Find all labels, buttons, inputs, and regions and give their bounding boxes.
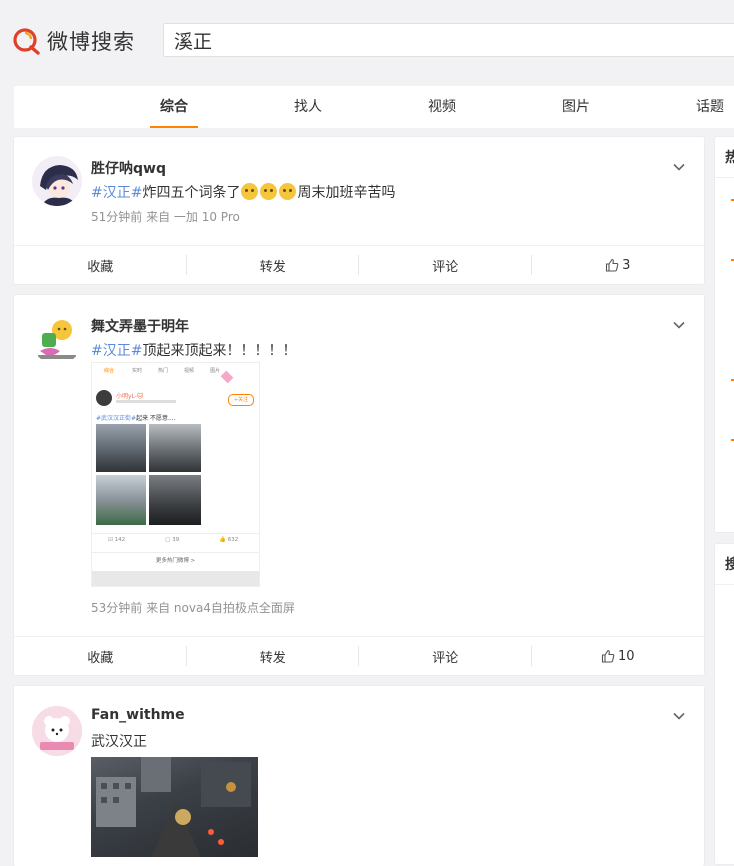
post-meta: 53分钟前 来自 nova4自拍极点全面屏 bbox=[91, 601, 295, 615]
like-count: 3 bbox=[622, 257, 631, 273]
embedded-text: #武汉汉正街#起来 不愿意.... bbox=[96, 413, 176, 422]
thumbs-up-icon bbox=[601, 649, 615, 663]
divider bbox=[92, 552, 259, 553]
post-meta: 51分钟前 来自 一加 10 Pro bbox=[91, 210, 240, 224]
crying-emoji-icon bbox=[260, 183, 278, 200]
embedded-actions: ☑ 142 ▢ 39 👍 632 bbox=[108, 537, 239, 543]
divider bbox=[715, 177, 734, 178]
embedded-tab: 综合 bbox=[104, 367, 115, 374]
embedded-footer bbox=[92, 571, 259, 586]
embedded-avatar bbox=[96, 390, 112, 406]
search-box[interactable] bbox=[163, 23, 734, 57]
crying-emoji-icon bbox=[279, 183, 297, 200]
post-text-part: 周末加班辛苦吗 bbox=[297, 185, 396, 201]
post-image[interactable]: 综合 实时 热门 视频 图片 小明yL-🐱 +关注 #武汉汉正街#起来 不愿意.… bbox=[91, 362, 260, 587]
logo-q-icon bbox=[13, 27, 41, 55]
collect-label: 收藏 bbox=[87, 650, 114, 666]
post-card: 胜仔呐qwq #汉正#炸四五个词条了 周末加班辛苦吗 51分钟前 来自 一加 10… bbox=[14, 137, 704, 284]
like-count: 10 bbox=[617, 648, 635, 664]
topic-link[interactable]: #汉正# bbox=[91, 185, 142, 201]
embedded-photo bbox=[149, 475, 201, 525]
search-input[interactable] bbox=[164, 24, 734, 56]
embedded-user: 小明yL-🐱 bbox=[116, 393, 144, 400]
comment-label: 评论 bbox=[432, 650, 459, 666]
collect-label: 收藏 bbox=[87, 259, 114, 275]
tab-comprehensive[interactable]: 综合 bbox=[150, 86, 198, 128]
action-bar: 收藏 转发 评论 3 bbox=[14, 245, 704, 284]
hot-search-title: 热 bbox=[725, 150, 734, 166]
forward-button[interactable]: 转发 bbox=[187, 637, 360, 675]
hot-search-panel: 热 bbox=[715, 137, 734, 532]
crying-emoji-icon bbox=[241, 183, 259, 200]
embedded-meta bbox=[116, 400, 176, 403]
tab-videos[interactable]: 视频 bbox=[418, 86, 466, 128]
divider bbox=[92, 533, 259, 534]
chevron-down-icon[interactable] bbox=[672, 317, 686, 331]
side-panel-title: 搜 bbox=[725, 557, 734, 573]
username[interactable]: 舞文弄墨于明年 bbox=[91, 316, 189, 336]
embedded-comment-count: 39 bbox=[172, 537, 180, 543]
weibo-search-logo[interactable]: 微博搜索 bbox=[13, 26, 135, 56]
avatar[interactable] bbox=[32, 315, 82, 365]
header: 微博搜索 bbox=[0, 0, 734, 80]
chevron-down-icon[interactable] bbox=[672, 159, 686, 173]
username[interactable]: 胜仔呐qwq bbox=[91, 158, 166, 178]
embedded-photo bbox=[96, 424, 146, 472]
embedded-tab: 热门 bbox=[158, 367, 169, 374]
post-text-part: 顶起来顶起来！！！！！ bbox=[142, 343, 297, 359]
embedded-tabs: 综合 实时 热门 视频 图片 bbox=[92, 363, 259, 377]
comment-button[interactable]: 评论 bbox=[359, 637, 532, 675]
thumbs-up-icon bbox=[606, 258, 619, 272]
embedded-photo bbox=[149, 424, 201, 472]
like-button[interactable]: 10 bbox=[532, 637, 705, 675]
divider bbox=[715, 584, 734, 585]
embedded-follow: +关注 bbox=[228, 394, 254, 406]
embedded-topic: #武汉汉正街# bbox=[96, 415, 137, 422]
forward-button[interactable]: 转发 bbox=[187, 246, 360, 284]
forward-label: 转发 bbox=[259, 259, 286, 275]
embedded-photo bbox=[96, 475, 146, 525]
like-button[interactable]: 3 bbox=[532, 246, 705, 284]
chevron-down-icon[interactable] bbox=[672, 708, 686, 722]
post-text: 武汉汉正 bbox=[91, 734, 147, 750]
post-text-part: 炸四五个词条了 bbox=[142, 185, 241, 201]
avatar[interactable] bbox=[32, 706, 82, 756]
embedded-tab: 实时 bbox=[132, 367, 143, 374]
tab-users[interactable]: 找人 bbox=[284, 86, 332, 128]
embedded-repost-count: 142 bbox=[114, 537, 126, 543]
post-text: #汉正#炸四五个词条了 周末加班辛苦吗 bbox=[91, 182, 395, 202]
tab-pictures[interactable]: 图片 bbox=[552, 86, 600, 128]
embedded-more: 更多热门微博 > bbox=[155, 558, 196, 564]
post-image[interactable] bbox=[91, 757, 258, 857]
post-text: #汉正#顶起来顶起来！！！！！ bbox=[91, 340, 296, 360]
username[interactable]: Fan_withme bbox=[91, 707, 185, 723]
tab-topics[interactable]: 话题 bbox=[686, 86, 734, 128]
post-card: 舞文弄墨于明年 #汉正#顶起来顶起来！！！！！ 综合 实时 热门 视频 图片 小… bbox=[14, 295, 704, 675]
post-card: Fan_withme 武汉汉正 bbox=[14, 686, 704, 866]
embedded-tab: 视频 bbox=[184, 367, 195, 374]
collect-button[interactable]: 收藏 bbox=[14, 246, 187, 284]
street-photo bbox=[96, 757, 251, 857]
search-side-panel: 搜 bbox=[715, 544, 734, 864]
forward-label: 转发 bbox=[259, 650, 286, 666]
embedded-tab: 图片 bbox=[210, 367, 221, 374]
comment-button[interactable]: 评论 bbox=[359, 246, 532, 284]
collect-button[interactable]: 收藏 bbox=[14, 637, 187, 675]
logo-text: 微博搜索 bbox=[47, 30, 135, 54]
action-bar: 收藏 转发 评论 10 bbox=[14, 636, 704, 675]
topic-link[interactable]: #汉正# bbox=[91, 343, 142, 359]
embedded-like-count: 632 bbox=[227, 537, 239, 543]
avatar[interactable] bbox=[32, 156, 82, 206]
result-tabs: 综合 找人 视频 图片 话题 bbox=[14, 86, 734, 128]
embedded-body: 起来 不愿意.... bbox=[136, 415, 176, 422]
comment-label: 评论 bbox=[432, 259, 459, 275]
